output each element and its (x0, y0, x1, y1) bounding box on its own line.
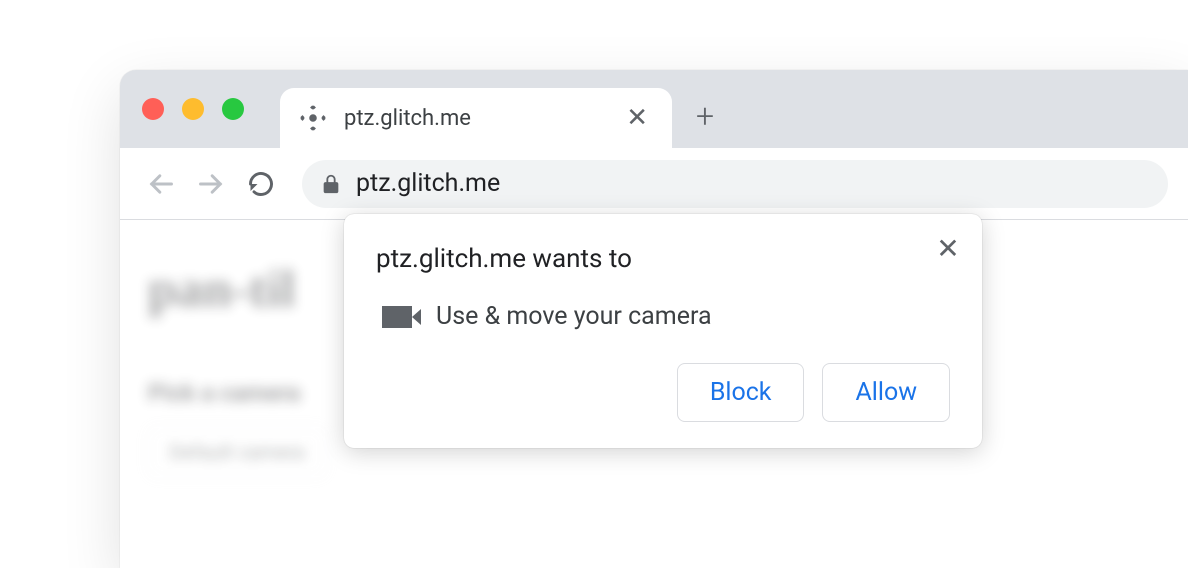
camera-icon (382, 306, 412, 328)
permission-text: Use & move your camera (436, 302, 712, 331)
new-tab-button[interactable]: + (696, 97, 714, 135)
back-button[interactable] (140, 163, 182, 205)
window-minimize-button[interactable] (182, 98, 204, 120)
permission-dialog: ✕ ptz.glitch.me wants to Use & move your… (344, 214, 982, 448)
reload-button[interactable] (240, 163, 282, 205)
block-button[interactable]: Block (677, 363, 805, 422)
permission-item: Use & move your camera (382, 302, 950, 331)
toolbar: ptz.glitch.me (120, 148, 1188, 220)
camera-select[interactable]: Default camera (148, 427, 326, 477)
window-close-button[interactable] (142, 98, 164, 120)
address-bar[interactable]: ptz.glitch.me (302, 160, 1168, 208)
permission-header: ptz.glitch.me wants to (376, 244, 950, 274)
window-maximize-button[interactable] (222, 98, 244, 120)
lock-icon (320, 173, 342, 195)
tab-title: ptz.glitch.me (344, 106, 622, 131)
permission-buttons: Block Allow (376, 363, 950, 422)
url-text: ptz.glitch.me (356, 169, 500, 198)
tab-close-icon[interactable]: ✕ (622, 99, 652, 137)
tab-bar: ptz.glitch.me ✕ + (120, 70, 1188, 148)
tab-favicon-icon (300, 105, 326, 131)
dialog-close-icon[interactable]: ✕ (932, 232, 964, 264)
forward-button[interactable] (190, 163, 232, 205)
window-controls (142, 98, 244, 120)
browser-tab[interactable]: ptz.glitch.me ✕ (280, 88, 672, 148)
allow-button[interactable]: Allow (822, 363, 950, 422)
